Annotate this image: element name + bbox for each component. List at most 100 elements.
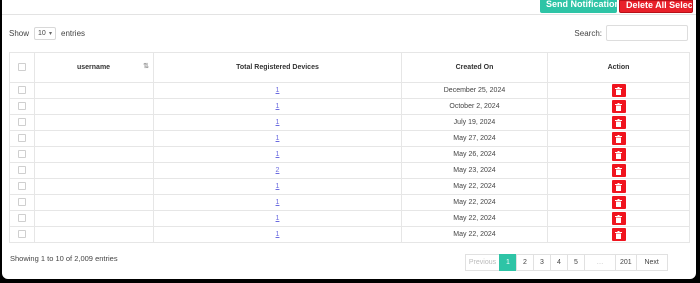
- delete-button[interactable]: [611, 212, 626, 225]
- devices-link[interactable]: 1: [276, 103, 280, 110]
- created-on-cell: December 25, 2024: [401, 82, 548, 99]
- send-notifications-button[interactable]: Send Notifications: [540, 0, 617, 13]
- row-checkbox[interactable]: [18, 229, 26, 238]
- devices-link[interactable]: 1: [276, 231, 280, 238]
- trash-icon: [615, 166, 622, 175]
- table-header-row: username ⇅ Total Registered Devices Crea…: [9, 52, 690, 83]
- delete-button[interactable]: [611, 196, 626, 209]
- delete-button[interactable]: [611, 116, 626, 129]
- row-select-cell: [9, 98, 35, 115]
- row-select-cell: [9, 178, 35, 195]
- table-info: Showing 1 to 10 of 2,009 entries: [10, 254, 118, 263]
- row-select-cell: [9, 226, 35, 243]
- delete-button[interactable]: [611, 148, 626, 161]
- pagination-page-3[interactable]: 3: [533, 254, 551, 271]
- pagination-page-5[interactable]: 5: [567, 254, 585, 271]
- created-on-cell: May 22, 2024: [401, 210, 548, 227]
- delete-all-selected-button[interactable]: Delete All Selected: [619, 0, 693, 13]
- row-checkbox[interactable]: [18, 149, 26, 158]
- pagination-next[interactable]: Next: [635, 254, 668, 271]
- created-on-cell: October 2, 2024: [401, 98, 548, 115]
- search-input[interactable]: [606, 25, 688, 41]
- delete-button[interactable]: [611, 180, 626, 193]
- trash-icon: [615, 198, 622, 207]
- row-checkbox[interactable]: [18, 133, 26, 142]
- search-label: Search:: [574, 28, 602, 38]
- table-row: 1 May 22, 2024: [9, 178, 690, 195]
- entries-label: entries: [61, 29, 86, 38]
- devices-cell: 1: [153, 194, 402, 211]
- devices-link[interactable]: 1: [276, 199, 280, 206]
- username-cell: [34, 226, 154, 243]
- username-cell: [34, 162, 154, 179]
- column-header-username[interactable]: username ⇅: [34, 52, 154, 83]
- row-select-cell: [9, 130, 35, 147]
- row-select-cell: [9, 82, 35, 99]
- pagination-page-4[interactable]: 4: [550, 254, 568, 271]
- entries-per-page-value: 10: [38, 30, 46, 37]
- devices-link[interactable]: 2: [276, 167, 280, 174]
- row-checkbox[interactable]: [18, 85, 26, 94]
- action-cell: [547, 114, 690, 131]
- search-control: Search:: [574, 25, 688, 41]
- created-on-cell: May 22, 2024: [401, 194, 548, 211]
- table-row: 1 May 26, 2024: [9, 146, 690, 163]
- show-label: Show: [9, 29, 30, 38]
- devices-link[interactable]: 1: [276, 215, 280, 222]
- devices-link[interactable]: 1: [276, 135, 280, 142]
- pagination-page-2[interactable]: 2: [516, 254, 534, 271]
- created-on-cell: May 22, 2024: [401, 178, 548, 195]
- users-panel: Send Notifications Delete All Selected S…: [2, 0, 696, 279]
- column-header-created-on[interactable]: Created On: [401, 52, 548, 83]
- row-checkbox[interactable]: [18, 197, 26, 206]
- devices-link[interactable]: 1: [276, 119, 280, 126]
- select-all-checkbox[interactable]: [18, 62, 26, 71]
- row-select-cell: [9, 146, 35, 163]
- created-on-cell: July 19, 2024: [401, 114, 548, 131]
- delete-button[interactable]: [611, 84, 626, 97]
- pagination-previous[interactable]: Previous: [465, 254, 500, 271]
- action-cell: [547, 98, 690, 115]
- row-checkbox[interactable]: [18, 165, 26, 174]
- devices-cell: 1: [153, 82, 402, 99]
- action-cell: [547, 146, 690, 163]
- pagination-page-1[interactable]: 1: [499, 254, 517, 271]
- action-cell: [547, 82, 690, 99]
- username-cell: [34, 130, 154, 147]
- row-checkbox[interactable]: [18, 117, 26, 126]
- devices-cell: 1: [153, 226, 402, 243]
- table-row: 1 July 19, 2024: [9, 114, 690, 131]
- username-cell: [34, 194, 154, 211]
- column-header-username-label: username: [77, 64, 111, 71]
- table-row: 1 May 27, 2024: [9, 130, 690, 147]
- trash-icon: [615, 214, 622, 223]
- row-select-cell: [9, 194, 35, 211]
- devices-cell: 1: [153, 98, 402, 115]
- table-row: 1 May 22, 2024: [9, 194, 690, 211]
- row-checkbox[interactable]: [18, 213, 26, 222]
- delete-button[interactable]: [611, 132, 626, 145]
- trash-icon: [615, 118, 622, 127]
- pagination-page-last[interactable]: 201: [615, 254, 637, 271]
- row-checkbox[interactable]: [18, 101, 26, 110]
- action-cell: [547, 194, 690, 211]
- action-cell: [547, 130, 690, 147]
- entries-per-page-select[interactable]: 10 ▾: [34, 27, 57, 40]
- devices-link[interactable]: 1: [276, 87, 280, 94]
- row-select-cell: [9, 114, 35, 131]
- devices-link[interactable]: 1: [276, 151, 280, 158]
- row-checkbox[interactable]: [18, 181, 26, 190]
- devices-cell: 1: [153, 114, 402, 131]
- length-control: Show 10 ▾ entries: [9, 27, 85, 40]
- username-cell: [34, 82, 154, 99]
- devices-link[interactable]: 1: [276, 183, 280, 190]
- column-header-total-devices[interactable]: Total Registered Devices: [153, 52, 402, 83]
- created-on-cell: May 22, 2024: [401, 226, 548, 243]
- action-cell: [547, 226, 690, 243]
- delete-button[interactable]: [611, 100, 626, 113]
- chevron-down-icon: ▾: [49, 31, 53, 37]
- action-cell: [547, 178, 690, 195]
- delete-button[interactable]: [611, 164, 626, 177]
- created-on-cell: May 23, 2024: [401, 162, 548, 179]
- delete-button[interactable]: [611, 228, 626, 241]
